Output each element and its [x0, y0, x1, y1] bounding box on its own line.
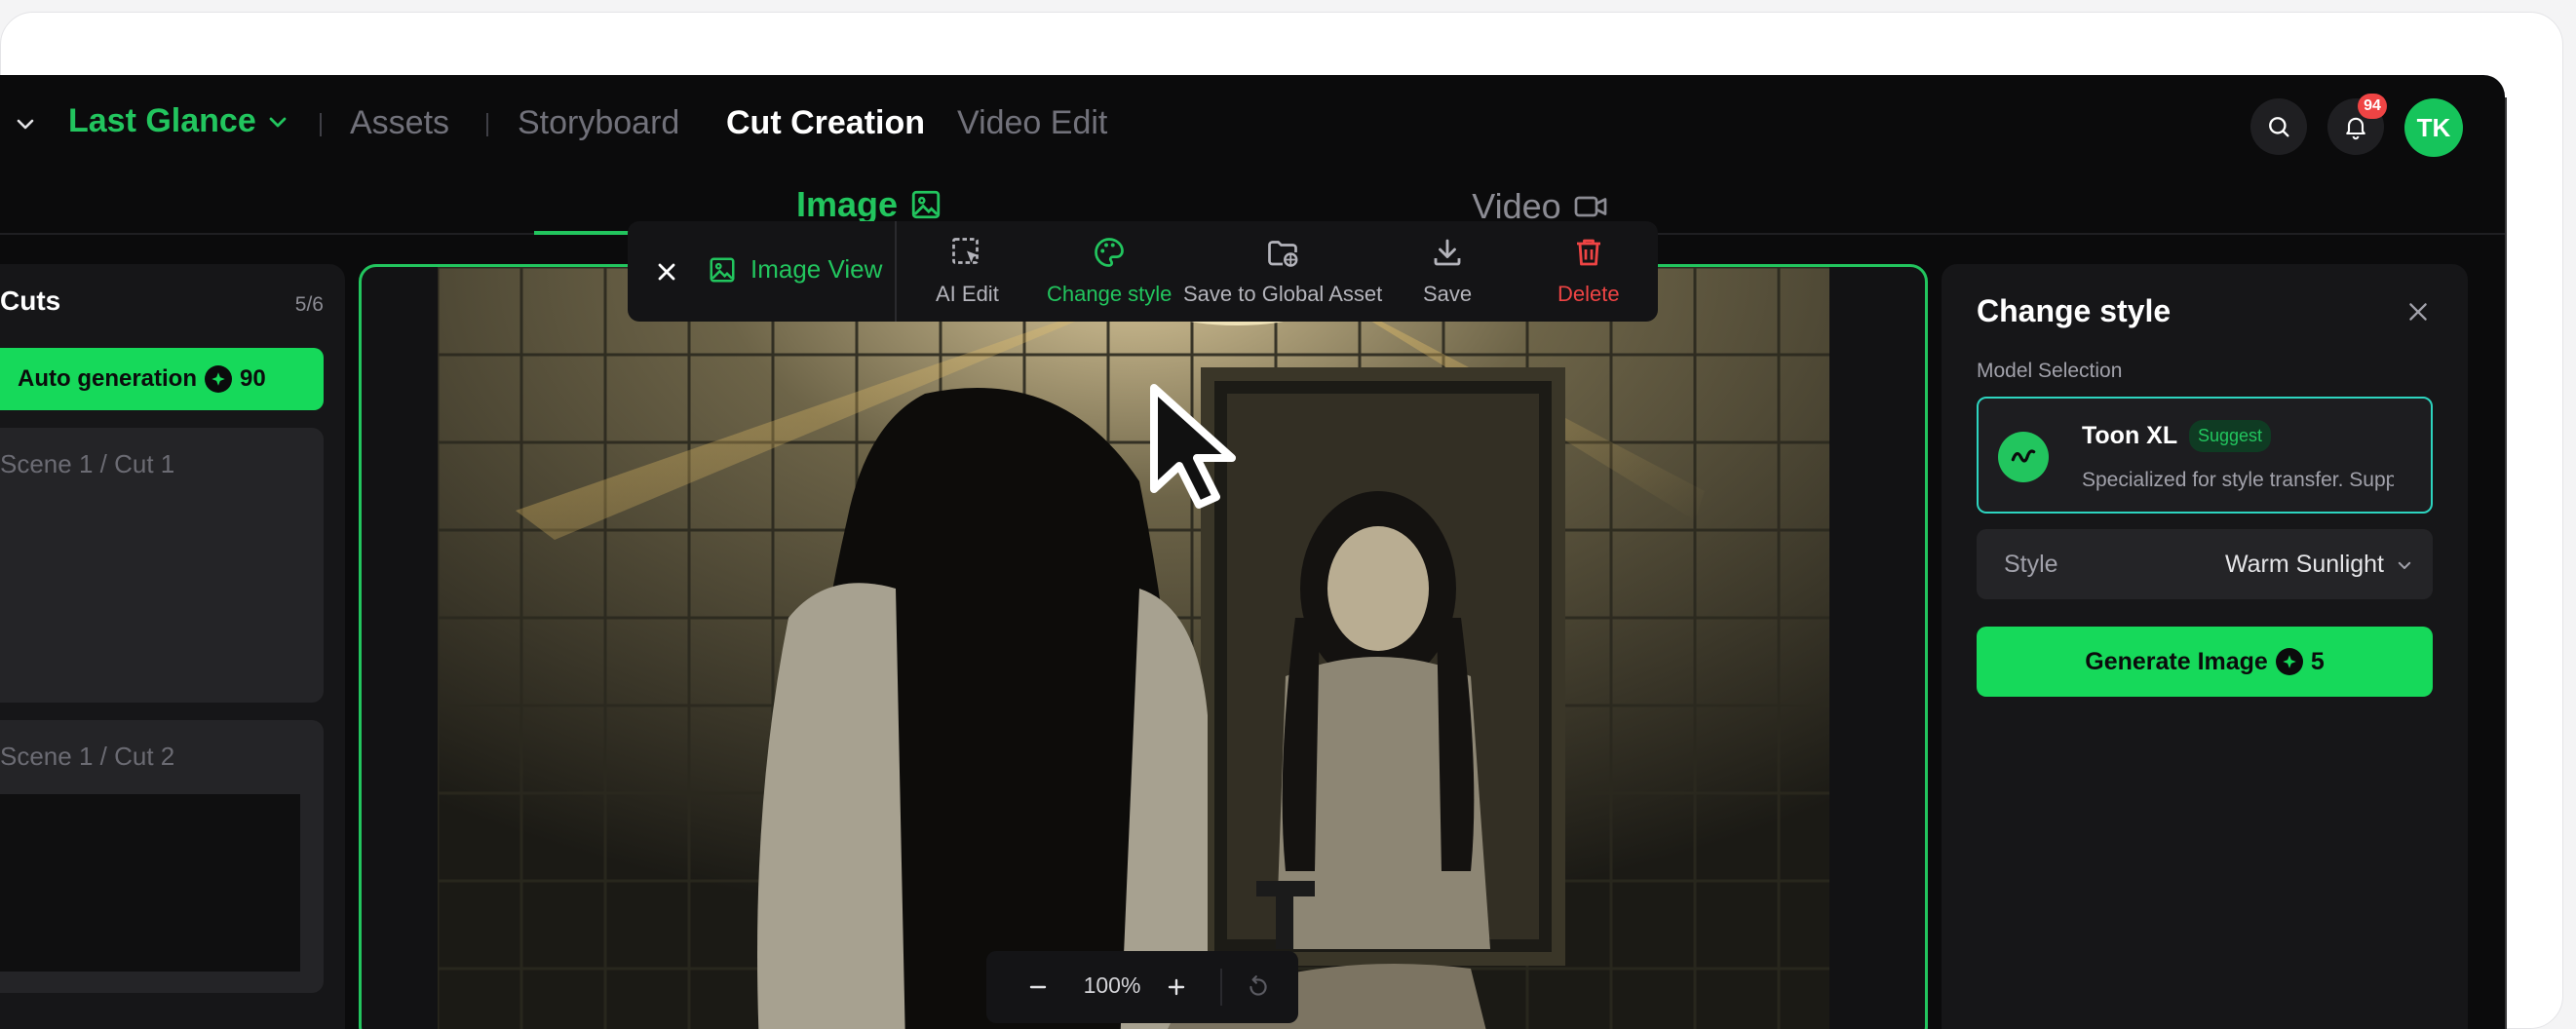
- nav-divider: [486, 113, 488, 136]
- credit-icon: [205, 365, 232, 393]
- close-icon[interactable]: [2405, 299, 2431, 324]
- model-description: Specialized for style transfer. Supp: [2082, 469, 2394, 491]
- chevron-down-icon: [2398, 561, 2411, 569]
- generate-image-button[interactable]: Generate Image 5: [1977, 627, 2433, 697]
- nav-video-edit[interactable]: Video Edit: [957, 104, 1107, 142]
- video-camera-icon: [1574, 196, 1607, 217]
- plus-icon: [1168, 978, 1185, 996]
- trash-icon: [1569, 233, 1608, 272]
- search-icon: [2269, 117, 2289, 137]
- reset-icon: [1250, 975, 1267, 996]
- change-style-label: Change style: [1047, 282, 1173, 306]
- image-view-button[interactable]: Image View: [708, 254, 882, 285]
- search-button[interactable]: [2250, 98, 2307, 155]
- folder-globe-icon: [1263, 233, 1302, 272]
- chevron-down-icon[interactable]: [14, 112, 37, 135]
- outer-frame: Last Glance Assets Storyboard Cut Creati…: [0, 0, 2576, 1029]
- chevron-down-icon: [269, 117, 287, 127]
- cuts-title: Cuts: [0, 286, 61, 316]
- cut-label: Scene 1 / Cut 2: [0, 742, 175, 771]
- generate-label: Generate Image: [2085, 647, 2268, 675]
- zoom-divider: [1220, 969, 1222, 1006]
- ai-edit-label: AI Edit: [936, 282, 999, 306]
- ai-edit-icon: [947, 233, 986, 272]
- save-to-global-asset-label: Save to Global Asset: [1183, 282, 1383, 306]
- save-label: Save: [1423, 282, 1473, 306]
- project-name: Last Glance: [68, 102, 256, 139]
- cut-label: Scene 1 / Cut 1: [0, 449, 175, 478]
- panel-title: Change style: [1977, 293, 2172, 328]
- style-value: Warm Sunlight: [2224, 551, 2384, 578]
- image-canvas[interactable]: [359, 264, 1928, 1029]
- delete-label: Delete: [1557, 282, 1620, 306]
- save-button[interactable]: Save: [1423, 233, 1472, 307]
- avatar[interactable]: TK: [2404, 98, 2463, 157]
- change-style-panel: Change style Model Selection Toon XL Sug…: [1942, 264, 2468, 1029]
- ai-edit-button[interactable]: AI Edit: [936, 233, 999, 307]
- save-to-global-asset-button[interactable]: Save to Global Asset: [1183, 233, 1382, 307]
- image-icon: [911, 190, 941, 219]
- generate-cost: 5: [2310, 647, 2325, 675]
- minus-icon: [1029, 985, 1047, 989]
- zoom-level: 100%: [1083, 972, 1141, 998]
- style-select[interactable]: Style Warm Sunlight: [1977, 529, 2433, 599]
- auto-generation-label: Auto generation: [18, 365, 197, 392]
- project-selector[interactable]: Last Glance: [68, 102, 289, 140]
- style-label: Style: [2004, 551, 2058, 578]
- cuts-count: 5/6: [294, 293, 324, 316]
- model-selection-label: Model Selection: [1977, 360, 2123, 382]
- nav-storyboard[interactable]: Storyboard: [518, 104, 679, 142]
- image-view-label: Image View: [750, 254, 883, 284]
- model-name: Toon XL: [2082, 422, 2178, 449]
- nav-assets[interactable]: Assets: [350, 104, 449, 142]
- cut-thumbnail: [0, 794, 300, 972]
- app-window: Last Glance Assets Storyboard Cut Creati…: [0, 75, 2505, 1029]
- notification-badge: 94: [2358, 94, 2387, 119]
- palette-icon: [1090, 233, 1129, 272]
- image-toolbar: Image View AI Edit Change style Save to …: [628, 221, 1658, 322]
- mouse-cursor-icon: [1150, 384, 1236, 509]
- top-navigation: Last Glance Assets Storyboard Cut Creati…: [0, 75, 2505, 178]
- scene-image: [438, 267, 1829, 1029]
- model-logo-icon: [1998, 432, 2049, 482]
- image-icon: [710, 257, 735, 282]
- cut-card[interactable]: Scene 1 / Cut 2: [0, 720, 324, 993]
- change-style-button[interactable]: Change style: [1047, 233, 1172, 307]
- reset-zoom-button[interactable]: [1242, 971, 1275, 1004]
- nav-cut-creation[interactable]: Cut Creation: [726, 104, 925, 142]
- cuts-panel: Cuts 5/6 Auto generation 90 Scene 1 / Cu…: [0, 264, 345, 1029]
- zoom-out-button[interactable]: [1021, 971, 1055, 1004]
- zoom-in-button[interactable]: [1160, 971, 1193, 1004]
- auto-generation-cost: 90: [240, 365, 266, 392]
- tab-image-label: Image: [795, 184, 899, 224]
- suggest-badge: Suggest: [2189, 420, 2272, 452]
- auto-generation-button[interactable]: Auto generation 90: [0, 348, 324, 410]
- download-icon: [1428, 233, 1467, 272]
- close-icon[interactable]: [653, 258, 680, 286]
- nav-divider: [320, 113, 322, 136]
- credit-icon: [2275, 648, 2303, 675]
- delete-button[interactable]: Delete: [1557, 233, 1620, 307]
- zoom-controls: 100%: [986, 951, 1298, 1023]
- model-option-toon-xl[interactable]: Toon XL Suggest Specialized for style tr…: [1977, 397, 2433, 514]
- cut-card[interactable]: Scene 1 / Cut 1: [0, 428, 324, 703]
- toolbar-divider: [895, 221, 897, 322]
